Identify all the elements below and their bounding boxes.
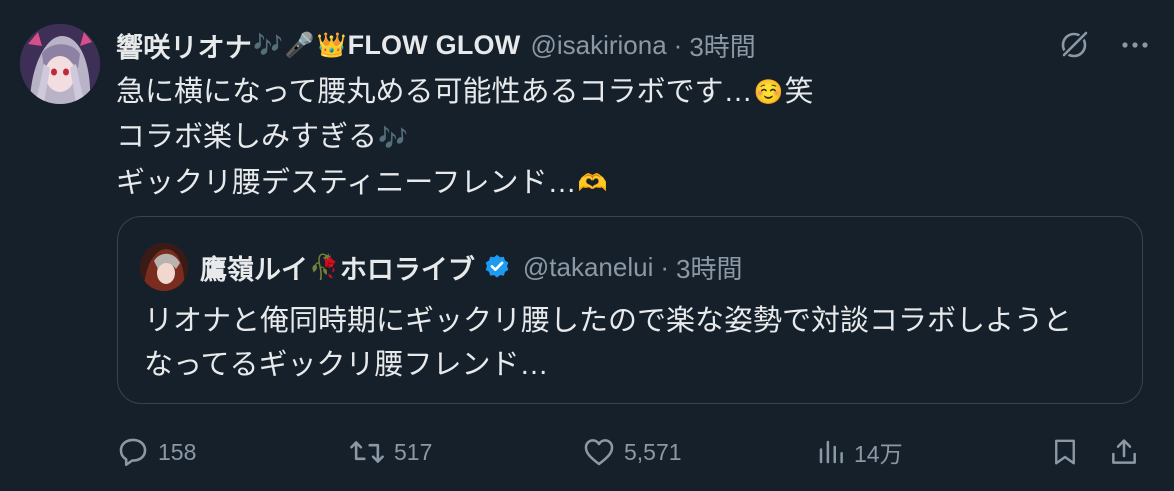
tweet-top-actions [1056,26,1150,64]
quoted-tweet-body: リオナと俺同時期にギックリ腰したので楽な姿勢で対談コラボしようと なってるギック… [144,299,1072,387]
author-handle[interactable]: @isakiriona [530,30,666,61]
views-button[interactable]: 14万 [816,430,903,474]
quoted-author-display-name[interactable]: 鷹嶺ルイ [200,248,308,287]
heart-hands-emoji: 🫶 [577,170,608,198]
retweet-button[interactable]: 517 [348,430,432,474]
microphone-emoji: 🎤 [284,31,315,59]
quoted-tweet[interactable]: 鷹嶺ルイ 🥀 ホロライブ @takanelui · 3時間 リオナと俺同時期にギ… [117,216,1143,404]
tweet-text-line-2: コラボ楽しみすぎる🎶 [116,115,813,160]
tweet-text-tail: 笑 [784,76,814,108]
quoted-tweet-timestamp[interactable]: 3時間 [676,249,742,286]
grok-button[interactable] [1056,27,1092,63]
tweet-text: 急に横になって腰丸める可能性あるコラボです… [116,76,753,108]
separator-dot: · [660,251,670,282]
reply-count: 158 [158,438,197,465]
tweet-text-line-3: ギックリ腰デスティニーフレンド…🫶 [116,161,813,206]
tweet-header: 響咲リオナ 🎶 🎤 👑 FLOW GLOW @isakiriona · 3時間 [116,26,756,64]
verified-badge-icon [485,254,509,278]
tweet-card[interactable]: 響咲リオナ 🎶 🎤 👑 FLOW GLOW @isakiriona · 3時間 [0,0,1174,491]
analytics-icon [819,440,843,464]
separator-dot: · [673,29,683,60]
music-notes-emoji: 🎶 [253,31,283,59]
wilted-rose-emoji: 🥀 [309,253,339,281]
quoted-author-name-suffix[interactable]: ホロライブ [340,248,475,287]
views-count: 14万 [854,441,903,467]
tweet-action-bar: 158 517 5,571 14万 [116,430,1146,474]
quoted-text-line-1: リオナと俺同時期にギックリ腰したので楽な姿勢で対談コラボしようと [144,305,1073,337]
grok-slash-icon [1060,30,1089,59]
more-horizontal-icon [1122,42,1148,48]
avatar-image [20,24,100,104]
bookmark-icon [1055,439,1075,465]
tweet-text: ギックリ腰デスティニーフレンド… [116,166,577,199]
share-icon [1112,439,1136,464]
tweet-body: 急に横になって腰丸める可能性あるコラボです…☺️笑 コラボ楽しみすぎる🎶 ギック… [116,70,813,206]
tweet-text-line-1: 急に横になって腰丸める可能性あるコラボです…☺️笑 [116,70,813,115]
more-button[interactable] [1120,30,1150,60]
music-notes-emoji: 🎶 [378,124,408,152]
like-button[interactable]: 5,571 [582,430,682,474]
author-display-name[interactable]: 響咲リオナ [116,26,252,65]
quoted-author-avatar[interactable] [140,243,188,291]
retweet-count: 517 [394,438,433,465]
tweet-timestamp[interactable]: 3時間 [689,27,755,64]
quoted-text-line-2: なってるギックリ腰フレンド… [144,349,549,381]
quoted-author-handle[interactable]: @takanelui [523,252,653,283]
smiling-face-emoji: ☺️ [753,79,784,107]
reply-icon [119,438,147,467]
reply-button[interactable]: 158 [116,430,196,474]
heart-icon [584,439,614,466]
quoted-avatar-image [140,243,188,291]
bookmark-button[interactable] [1050,430,1080,474]
verified-badge [483,253,511,281]
tweet-text: コラボ楽しみすぎる [116,121,378,154]
quoted-tweet-header: 鷹嶺ルイ 🥀 ホロライブ @takanelui · 3時間 [200,247,743,287]
author-name-suffix[interactable]: FLOW GLOW [348,30,521,61]
retweet-icon [350,441,384,463]
author-avatar[interactable] [20,24,100,104]
share-button[interactable] [1108,430,1140,474]
crown-emoji: 👑 [316,31,347,59]
like-count: 5,571 [624,438,682,465]
